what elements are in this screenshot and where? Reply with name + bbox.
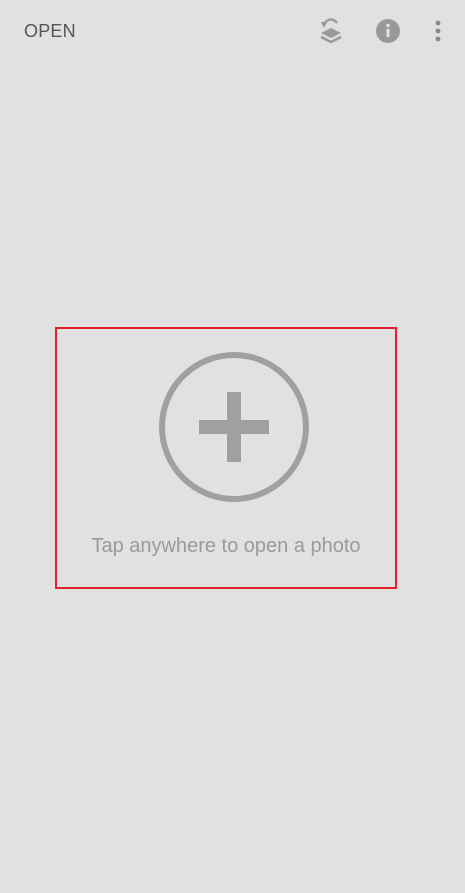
open-button[interactable]: OPEN	[24, 19, 76, 43]
layers-swap-button[interactable]	[314, 14, 348, 48]
open-photo-hint: Tap anywhere to open a photo	[91, 535, 361, 557]
add-circle-icon	[159, 352, 309, 502]
more-options-button[interactable]	[421, 14, 455, 48]
more-vert-icon	[435, 20, 441, 42]
info-icon	[376, 19, 400, 43]
open-photo-area[interactable]: Tap anywhere to open a photo	[55, 327, 397, 589]
top-app-bar: OPEN	[0, 0, 465, 62]
layers-swap-icon	[320, 18, 342, 44]
info-button[interactable]	[371, 14, 405, 48]
